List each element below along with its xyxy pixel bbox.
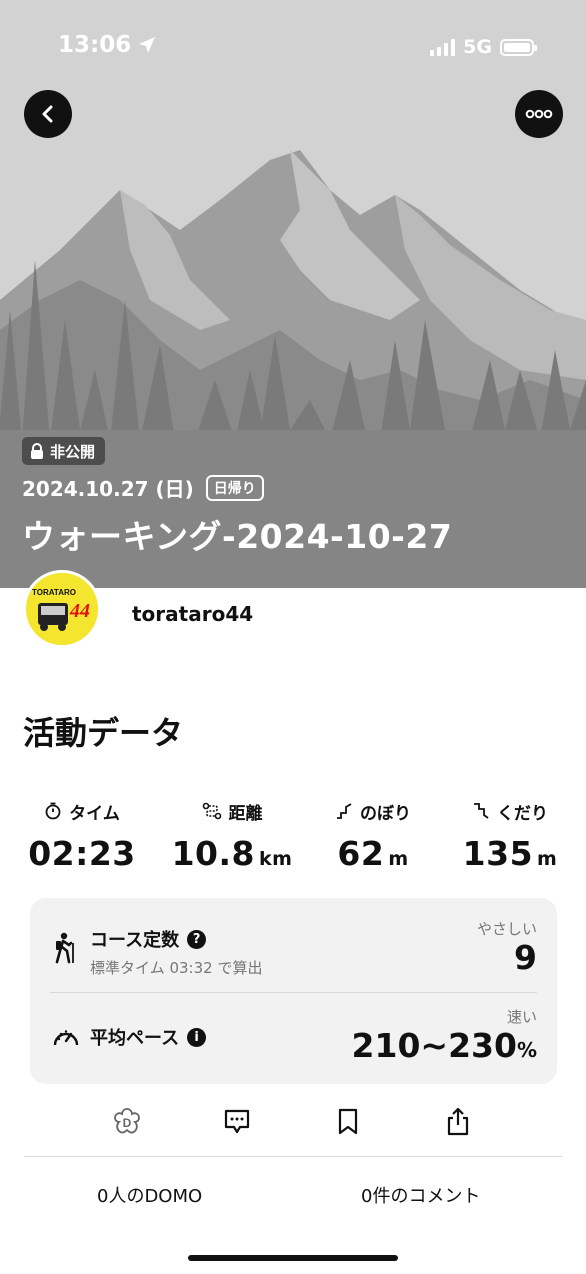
home-indicator[interactable] [188,1255,398,1261]
stat-label: 距離 [228,803,263,824]
pace-label: 平均ペース i [90,1024,207,1050]
activity-date: 2024.10.27 (日) [22,477,194,501]
divider [50,992,537,993]
stat-unit: km [258,848,293,870]
visibility-label: 非公開 [50,442,96,461]
hiker-icon [55,932,74,964]
ascent-icon [337,803,352,819]
avatar-brand-text: TORATARO [32,588,76,597]
course-constant-sub: 標準タイム 03:32 で算出 [90,959,263,977]
course-constant-label: コース定数 ? [90,926,207,952]
bookmark-icon [338,1108,358,1135]
activity-date-line: 2024.10.27 (日) 日帰り [22,473,264,502]
bookmark-button[interactable] [328,1102,368,1142]
comment-count[interactable]: 0件のコメント [361,1182,480,1208]
svg-text:D: D [123,1116,132,1130]
stat-label: タイム [69,803,120,824]
course-constant-text: コース定数 [90,930,180,951]
location-arrow-icon [139,37,156,53]
status-indicators: 5G [430,36,537,58]
stat-descent: くだり 135 m [440,798,580,873]
stat-value: 135 [462,834,534,873]
clock-text: 13:06 [58,32,132,58]
lock-icon [31,443,43,459]
route-icon [202,802,221,820]
back-button[interactable] [24,90,72,138]
ellipsis-icon [525,109,553,119]
stat-value: 62 [337,834,385,873]
course-constant-rating: やさしい [476,920,537,938]
pace-value-wrap: 210~230% [352,1026,537,1065]
hero-header: 13:06 5G 非公開 2024.10.27 (日) 日帰り ウォーキング-2… [0,0,586,588]
more-options-button[interactable] [515,90,563,138]
bottom-action-bar: D 0人のDOMO 0件のコメント [0,1084,586,1274]
status-time: 13:06 [58,32,157,58]
stat-value: 02:23 [28,834,136,873]
stopwatch-icon [45,802,61,820]
domo-count[interactable]: 0人のDOMO [97,1182,202,1208]
avatar-number-text: 44 [69,600,90,622]
speedometer-icon [53,1030,79,1046]
trip-type-badge: 日帰り [205,474,264,501]
stat-value: 10.8 [171,834,255,873]
section-title: 活動データ [23,714,184,752]
avatar-logo: TORATARO 44 [26,573,98,645]
action-buttons: D [0,1102,586,1142]
stat-time: タイム 02:23 [12,798,152,873]
pace-value: 210~230 [351,1026,517,1065]
share-button[interactable] [438,1102,478,1142]
stat-label: くだり [497,803,548,824]
chevron-left-icon [42,105,53,123]
domo-button[interactable]: D [107,1102,147,1142]
pace-rating: 速い [506,1008,537,1026]
stat-distance: 距離 10.8 km [162,798,302,873]
divider [24,1156,562,1157]
info-icon[interactable]: i [187,1027,207,1047]
network-type: 5G [463,36,492,58]
comment-button[interactable] [217,1102,257,1142]
domo-flower-icon: D [114,1108,140,1134]
share-icon [447,1107,469,1136]
activity-stats: タイム 02:23 距離 10.8 km のぼり 62 m くだり 135 m [0,798,586,878]
help-icon[interactable]: ? [187,929,207,949]
battery-icon [500,38,537,56]
metrics-card: コース定数 ? 標準タイム 03:32 で算出 やさしい 9 平均ペース i 速… [30,898,557,1084]
visibility-badge: 非公開 [22,437,106,465]
course-constant-value: 9 [514,938,537,977]
stat-label: のぼり [360,803,411,824]
signal-icon [430,38,456,56]
stat-unit: m [388,848,409,870]
activity-title: ウォーキング-2024-10-27 [22,517,453,556]
pace-unit: % [516,1038,537,1062]
stat-unit: m [537,848,558,870]
stat-ascent: のぼり 62 m [303,798,443,873]
descent-icon [474,803,489,819]
avatar[interactable]: TORATARO 44 [23,570,101,648]
comment-icon [224,1109,250,1134]
status-bar: 13:06 5G [0,30,586,66]
username[interactable]: torataro44 [132,602,253,626]
pace-text: 平均ペース [90,1028,180,1049]
